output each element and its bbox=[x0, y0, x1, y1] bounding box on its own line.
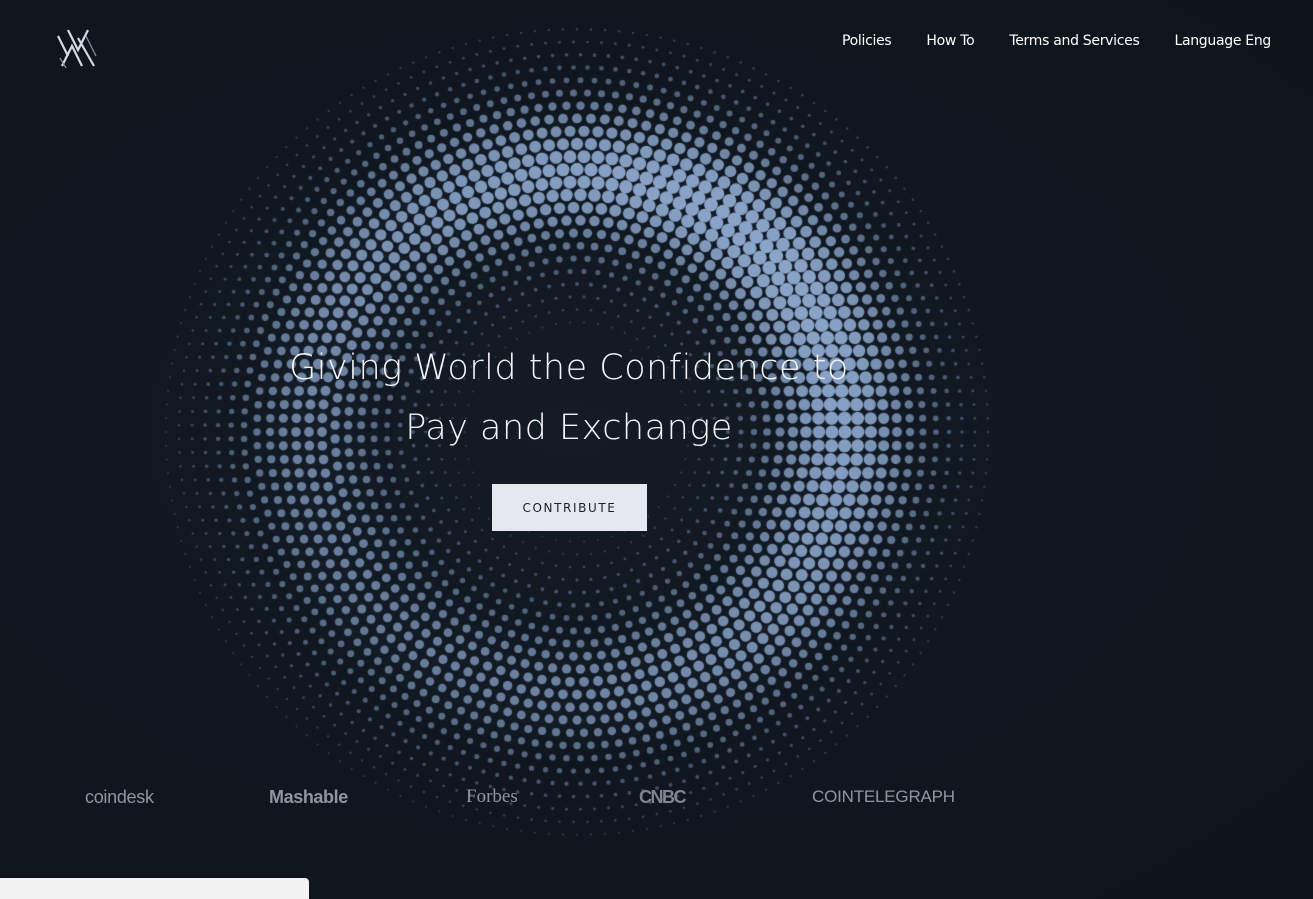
landing-page: Policies How To Terms and Services Langu… bbox=[0, 0, 1313, 899]
hero-title: Giving World the Confidence to Pay and E… bbox=[270, 338, 868, 458]
brand-logo[interactable] bbox=[56, 28, 100, 70]
nav-link-how-to[interactable]: How To bbox=[926, 31, 974, 51]
press-logo-forbes: Forbes bbox=[466, 786, 518, 807]
contribute-button[interactable]: CONTRIBUTE bbox=[492, 484, 647, 531]
hero-title-line-2: Pay and Exchange bbox=[405, 408, 733, 448]
press-logos-strip: coindesk Mashable Forbes CNBC COINTELEGR… bbox=[0, 784, 1313, 810]
press-logo-coindesk: coindesk bbox=[85, 787, 154, 807]
nav-link-policies[interactable]: Policies bbox=[842, 31, 892, 51]
hero-title-line-1: Giving World the Confidence to bbox=[289, 348, 849, 388]
press-logo-mashable: Mashable bbox=[269, 787, 348, 807]
cookie-notice-bar[interactable] bbox=[0, 878, 309, 899]
nav-link-terms-and-services[interactable]: Terms and Services bbox=[1009, 31, 1139, 51]
press-logo-cointelegraph: COINTELEGRAPH bbox=[812, 787, 955, 806]
press-logo-cnbc: CNBC bbox=[639, 787, 687, 807]
nav-link-language[interactable]: Language Eng bbox=[1174, 31, 1271, 51]
top-navigation: Policies How To Terms and Services Langu… bbox=[807, 31, 1271, 51]
brand-logo-icon bbox=[57, 29, 97, 69]
